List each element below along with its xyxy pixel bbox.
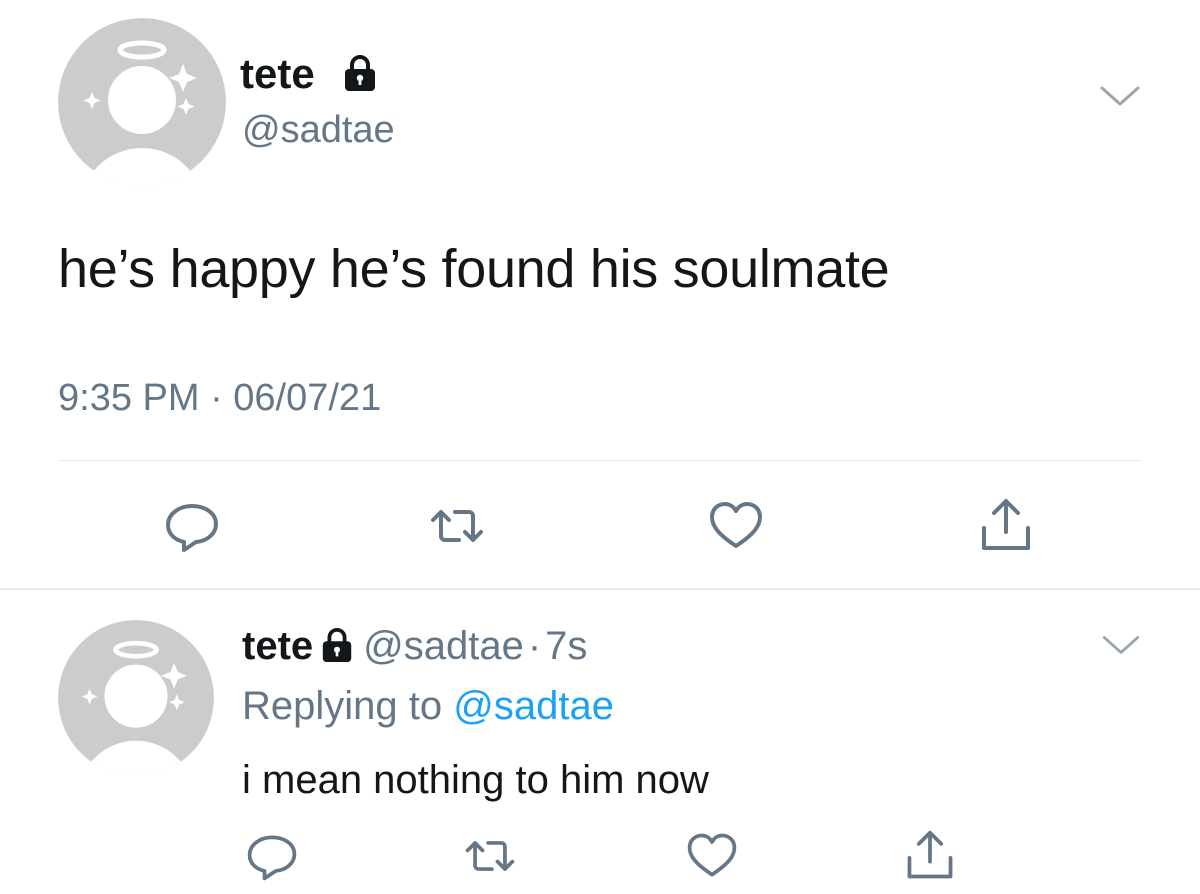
lock-icon [341, 54, 379, 92]
reply-age[interactable]: 7s [545, 624, 587, 668]
lock-icon [319, 627, 355, 663]
avatar[interactable] [58, 18, 226, 186]
replying-to: Replying to @sadtae [242, 682, 614, 730]
reply-icon[interactable] [162, 496, 222, 556]
tweet-separator [0, 588, 1200, 590]
like-icon[interactable] [706, 496, 766, 556]
reply-avatar[interactable] [58, 620, 214, 776]
reply-display-name[interactable]: tete [242, 624, 313, 668]
reply-handle[interactable]: @sadtae [363, 624, 524, 668]
default-angel-avatar-icon [58, 620, 214, 776]
share-icon[interactable] [902, 828, 958, 884]
like-icon[interactable] [684, 828, 740, 884]
retweet-icon[interactable] [462, 828, 518, 884]
default-angel-avatar-icon [58, 18, 226, 186]
reply-icon[interactable] [244, 828, 300, 884]
display-name[interactable]: tete [240, 50, 315, 98]
replying-prefix: Replying to [242, 684, 443, 728]
reply-text: i mean nothing to him now [242, 758, 709, 802]
separator-dot: · [527, 624, 542, 668]
reply-header: tete @sadtae · 7s [242, 622, 587, 670]
chevron-down-icon[interactable] [1098, 80, 1142, 110]
handle[interactable]: @sadtae [242, 108, 395, 152]
tweet-text: he’s happy he’s found his soulmate [58, 239, 890, 299]
replying-to-link[interactable]: @sadtae [453, 684, 614, 728]
tweet-timestamp[interactable]: 9:35 PM · 06/07/21 [58, 376, 381, 420]
chevron-down-icon[interactable] [1100, 630, 1142, 658]
divider [58, 460, 1142, 461]
share-icon[interactable] [976, 496, 1036, 556]
retweet-icon[interactable] [427, 496, 487, 556]
